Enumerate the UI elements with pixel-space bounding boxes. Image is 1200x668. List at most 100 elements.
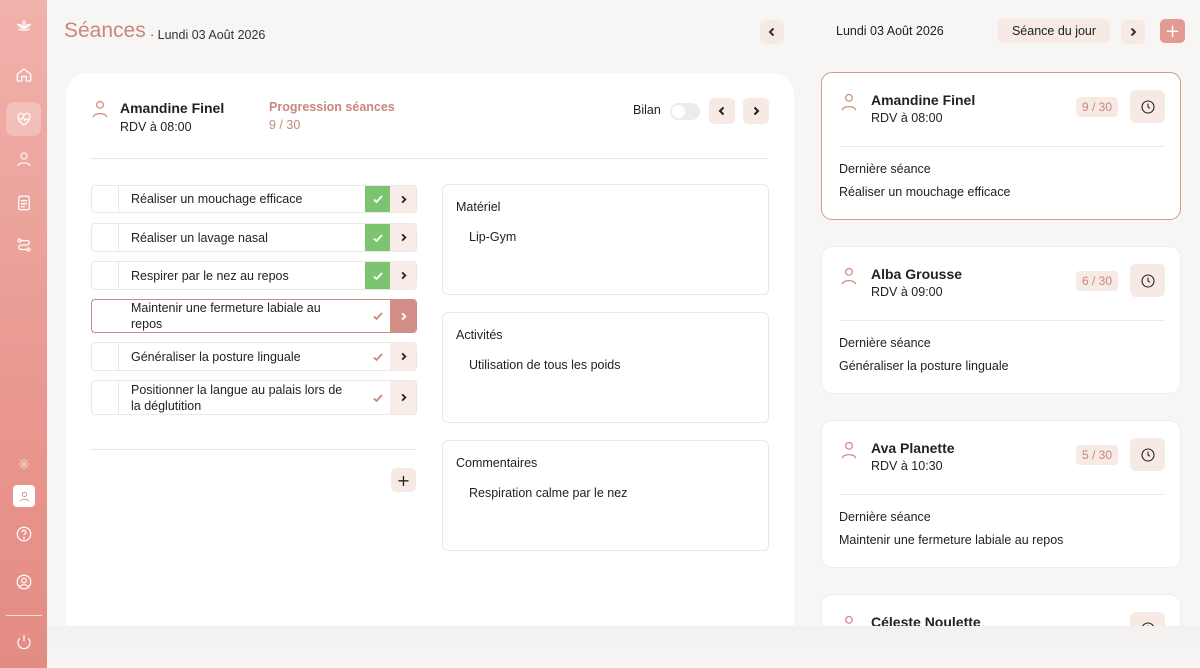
document-icon[interactable] [0, 185, 47, 221]
user-chip-icon[interactable] [13, 485, 35, 507]
power-icon[interactable] [0, 624, 47, 660]
objective-open-button[interactable] [390, 224, 416, 251]
objective-checkbox[interactable] [92, 300, 119, 332]
sidebar-divider [6, 615, 42, 616]
check-icon [365, 224, 390, 251]
current-date: Lundi 03 Août 2026 [836, 24, 944, 38]
objective-item[interactable]: Respirer par le nez au repos [91, 261, 417, 290]
objective-item[interactable]: Réaliser un mouchage efficace [91, 185, 417, 213]
objective-checkbox[interactable] [92, 381, 119, 414]
next-patient-button[interactable] [743, 98, 769, 124]
check-outline-icon [365, 300, 390, 332]
bottom-fade [47, 626, 1200, 668]
session-detail-card: Amandine Finel RDV à 08:00 Progression s… [66, 73, 794, 633]
chevron-right-icon [401, 271, 407, 280]
user-icon[interactable] [0, 141, 47, 177]
patient-rdv: RDV à 09:00 [871, 285, 943, 299]
last-session-label: Dernière séance [839, 162, 931, 176]
prev-patient-button[interactable] [709, 98, 735, 124]
patient-card[interactable]: Alba Grousse RDV à 09:00 6 / 30 Dernière… [821, 246, 1181, 394]
clock-icon [1140, 447, 1155, 462]
patient-name: Amandine Finel [120, 100, 225, 116]
commentaires-value: Respiration calme par le nez [469, 486, 628, 500]
patient-name: Ava Planette [871, 440, 955, 456]
patient-card-active[interactable]: Amandine Finel RDV à 08:00 9 / 30 Derniè… [821, 72, 1181, 220]
progress-badge: 9 / 30 [1076, 97, 1118, 117]
objective-label: Respirer par le nez au repos [131, 268, 289, 283]
clock-button[interactable] [1130, 438, 1165, 471]
heart-pulse-icon[interactable] [0, 101, 47, 137]
objective-checkbox[interactable] [92, 343, 119, 370]
materiel-value: Lip-Gym [469, 230, 517, 244]
card-divider [839, 494, 1165, 495]
last-session-value: Généraliser la posture linguale [839, 359, 1009, 373]
prev-day-button[interactable] [760, 20, 784, 44]
patient-user-icon [839, 266, 859, 290]
home-icon[interactable] [0, 57, 47, 93]
materiel-box[interactable]: Matériel Lip-Gym [442, 184, 769, 295]
objective-checkbox[interactable] [92, 262, 119, 289]
commentaires-title: Commentaires [456, 456, 538, 470]
objective-label: Positionner la langue au palais lors de … [131, 382, 343, 413]
patient-rdv: RDV à 10:30 [871, 459, 943, 473]
objectives-divider [90, 449, 417, 450]
activites-box[interactable]: Activités Utilisation de tous les poids [442, 312, 769, 423]
check-outline-icon [365, 343, 390, 370]
chevron-right-icon [401, 233, 407, 242]
objective-checkbox[interactable] [92, 186, 119, 212]
add-session-button[interactable]: + [1160, 19, 1185, 43]
sidebar [0, 0, 47, 668]
card-divider [839, 146, 1165, 147]
progress-badge: 6 / 30 [1076, 271, 1118, 291]
page-subtitle-date: · Lundi 03 Août 2026 [150, 28, 266, 42]
account-icon[interactable] [0, 564, 47, 600]
objective-item[interactable]: Réaliser un lavage nasal [91, 223, 417, 252]
objective-open-button[interactable] [390, 343, 416, 370]
route-icon[interactable] [0, 227, 47, 263]
clock-icon [1140, 99, 1155, 114]
commentaires-box[interactable]: Commentaires Respiration calme par le ne… [442, 440, 769, 551]
chevron-left-icon [768, 27, 775, 37]
today-session-button[interactable]: Séance du jour [998, 19, 1110, 43]
objective-item[interactable]: Généraliser la posture linguale [91, 342, 417, 371]
patient-card[interactable]: Ava Planette RDV à 10:30 5 / 30 Dernière… [821, 420, 1181, 568]
objective-checkbox[interactable] [92, 224, 119, 251]
objective-open-button[interactable] [390, 186, 416, 212]
page-title: Séances [64, 19, 146, 42]
objective-item-selected[interactable]: Maintenir une fermeture labiale au repos [91, 299, 417, 333]
lotus-logo-icon [0, 8, 47, 44]
patient-name: Alba Grousse [871, 266, 963, 282]
patient-user-icon [90, 99, 110, 123]
objective-open-button[interactable] [390, 381, 416, 414]
objective-label: Maintenir une fermeture labiale au repos [131, 301, 321, 331]
card-divider [839, 320, 1165, 321]
objective-label: Réaliser un lavage nasal [131, 230, 268, 245]
settings-icon[interactable] [0, 454, 47, 474]
objective-open-button[interactable] [390, 262, 416, 289]
bilan-label: Bilan [633, 103, 661, 117]
check-icon [365, 262, 390, 289]
clock-button[interactable] [1130, 264, 1165, 297]
patient-name: Amandine Finel [871, 92, 976, 108]
chevron-right-icon [1130, 27, 1137, 37]
last-session-value: Maintenir une fermeture labiale au repos [839, 533, 1064, 547]
chevron-right-icon [401, 195, 407, 203]
clock-icon [1140, 273, 1155, 288]
chevron-right-icon [401, 352, 407, 361]
patient-user-icon [839, 92, 859, 116]
chevron-right-icon [753, 106, 760, 116]
help-icon[interactable] [0, 516, 47, 552]
check-outline-icon [365, 381, 390, 414]
bilan-toggle[interactable] [670, 103, 700, 120]
add-objective-button[interactable]: + [391, 468, 416, 492]
objective-open-button[interactable] [390, 300, 416, 332]
chevron-right-icon [401, 393, 407, 402]
chevron-right-icon [401, 312, 407, 320]
next-day-button[interactable] [1121, 20, 1145, 44]
clock-button[interactable] [1130, 90, 1165, 123]
progress-badge: 5 / 30 [1076, 445, 1118, 465]
last-session-value: Réaliser un mouchage efficace [839, 185, 1011, 199]
header-divider [90, 158, 769, 159]
objective-label: Généraliser la posture linguale [131, 349, 301, 364]
objective-item[interactable]: Positionner la langue au palais lors de … [91, 380, 417, 415]
